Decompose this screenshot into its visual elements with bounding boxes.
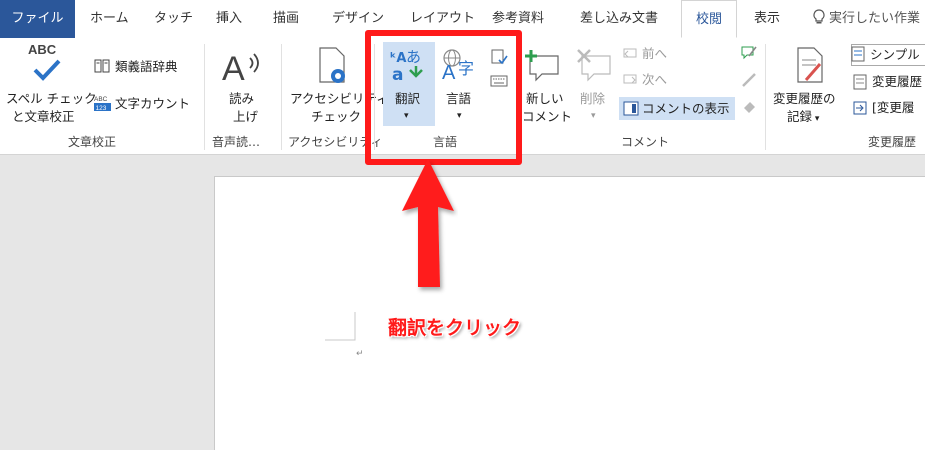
next-comment-label: 次へ — [642, 72, 668, 87]
spell-check-label-2: と文章校正 — [12, 109, 75, 124]
tab-draw[interactable]: 描画 — [273, 0, 299, 38]
read-aloud-label-2: 上げ — [233, 109, 259, 124]
next-comment-icon — [623, 74, 637, 84]
markup-display-value: シンプル — [870, 47, 920, 62]
read-aloud-label: 読み — [229, 91, 255, 106]
tab-file[interactable]: ファイル — [0, 0, 75, 38]
track-changes-label-2: 記録 ▾ — [787, 108, 819, 128]
ink-comment-icon[interactable] — [740, 44, 758, 60]
reviewing-pane-icon — [853, 101, 867, 115]
chevron-down-icon: ▾ — [812, 114, 820, 124]
new-comment-label-2: コメント — [522, 109, 573, 124]
highlight-box — [365, 30, 522, 165]
show-markup-icon — [853, 74, 867, 90]
margin-corner-mark — [325, 312, 356, 341]
reviewing-pane-label: [変更履 — [872, 100, 915, 115]
tell-me-search[interactable]: 実行したい作業 — [812, 0, 920, 38]
new-comment-icon — [525, 50, 559, 82]
tab-touch[interactable]: タッチ — [154, 0, 193, 38]
abc-spell-icon: ABC — [28, 42, 57, 57]
tab-view[interactable]: 表示 — [754, 0, 780, 38]
accessibility-icon — [319, 47, 345, 83]
paragraph-mark-icon: ↵ — [356, 349, 364, 359]
chevron-down-icon: ▾ — [591, 111, 596, 121]
read-aloud-icon: A — [222, 50, 259, 86]
markup-display-icon — [851, 46, 865, 62]
group-divider — [281, 44, 282, 150]
checkmark-icon — [33, 59, 61, 81]
show-comments-icon — [623, 101, 639, 116]
group-divider — [765, 44, 766, 150]
spell-check-label: スペル チェック — [6, 91, 97, 106]
delete-comment-label: 削除 — [580, 91, 606, 106]
svg-text:ABC: ABC — [94, 96, 108, 103]
track-changes-label-text: 記録 — [787, 109, 813, 124]
lightbulb-icon — [813, 9, 825, 24]
eraser-icon[interactable] — [740, 98, 758, 114]
tab-mailings[interactable]: 差し込み文書 — [580, 0, 658, 38]
tab-home[interactable]: ホーム — [90, 0, 129, 38]
arrow-icon — [402, 159, 454, 287]
book-icon — [94, 59, 110, 73]
accessibility-check-label-2: チェック — [311, 109, 362, 124]
delete-comment-icon — [577, 49, 611, 82]
group-label-speech: 音声読… — [212, 135, 261, 149]
group-label-comments: コメント — [621, 135, 670, 149]
svg-text:A: A — [222, 50, 245, 86]
show-markup-label: 変更履歴 — [872, 74, 923, 89]
tab-insert[interactable]: 挿入 — [216, 0, 242, 38]
word-count-icon: ABC 123 — [94, 96, 111, 112]
tab-review[interactable]: 校閲 — [681, 0, 737, 38]
svg-text:123: 123 — [96, 105, 107, 112]
document-page[interactable]: ↵ — [214, 176, 925, 450]
new-comment-label: 新しい — [526, 91, 564, 106]
tell-me-label: 実行したい作業 — [829, 11, 921, 26]
group-divider — [204, 44, 205, 150]
previous-comment-label: 前へ — [642, 46, 668, 61]
word-count-label: 文字カウント — [115, 96, 191, 111]
pen-icon[interactable] — [740, 72, 758, 88]
annotation-callout: 翻訳をクリック — [388, 317, 522, 339]
thesaurus-label: 類義語辞典 — [115, 59, 178, 74]
track-changes-icon — [797, 47, 823, 83]
group-label-tracking: 変更履歴 — [868, 135, 917, 149]
show-comments-button[interactable]: コメントの表示 — [619, 97, 735, 120]
group-label-proofing: 文章校正 — [68, 135, 117, 149]
previous-comment-icon — [623, 48, 637, 58]
track-changes-label: 変更履歴の — [773, 91, 836, 106]
show-comments-label: コメントの表示 — [642, 101, 730, 116]
markup-display-dropdown[interactable]: シンプル — [851, 44, 925, 66]
